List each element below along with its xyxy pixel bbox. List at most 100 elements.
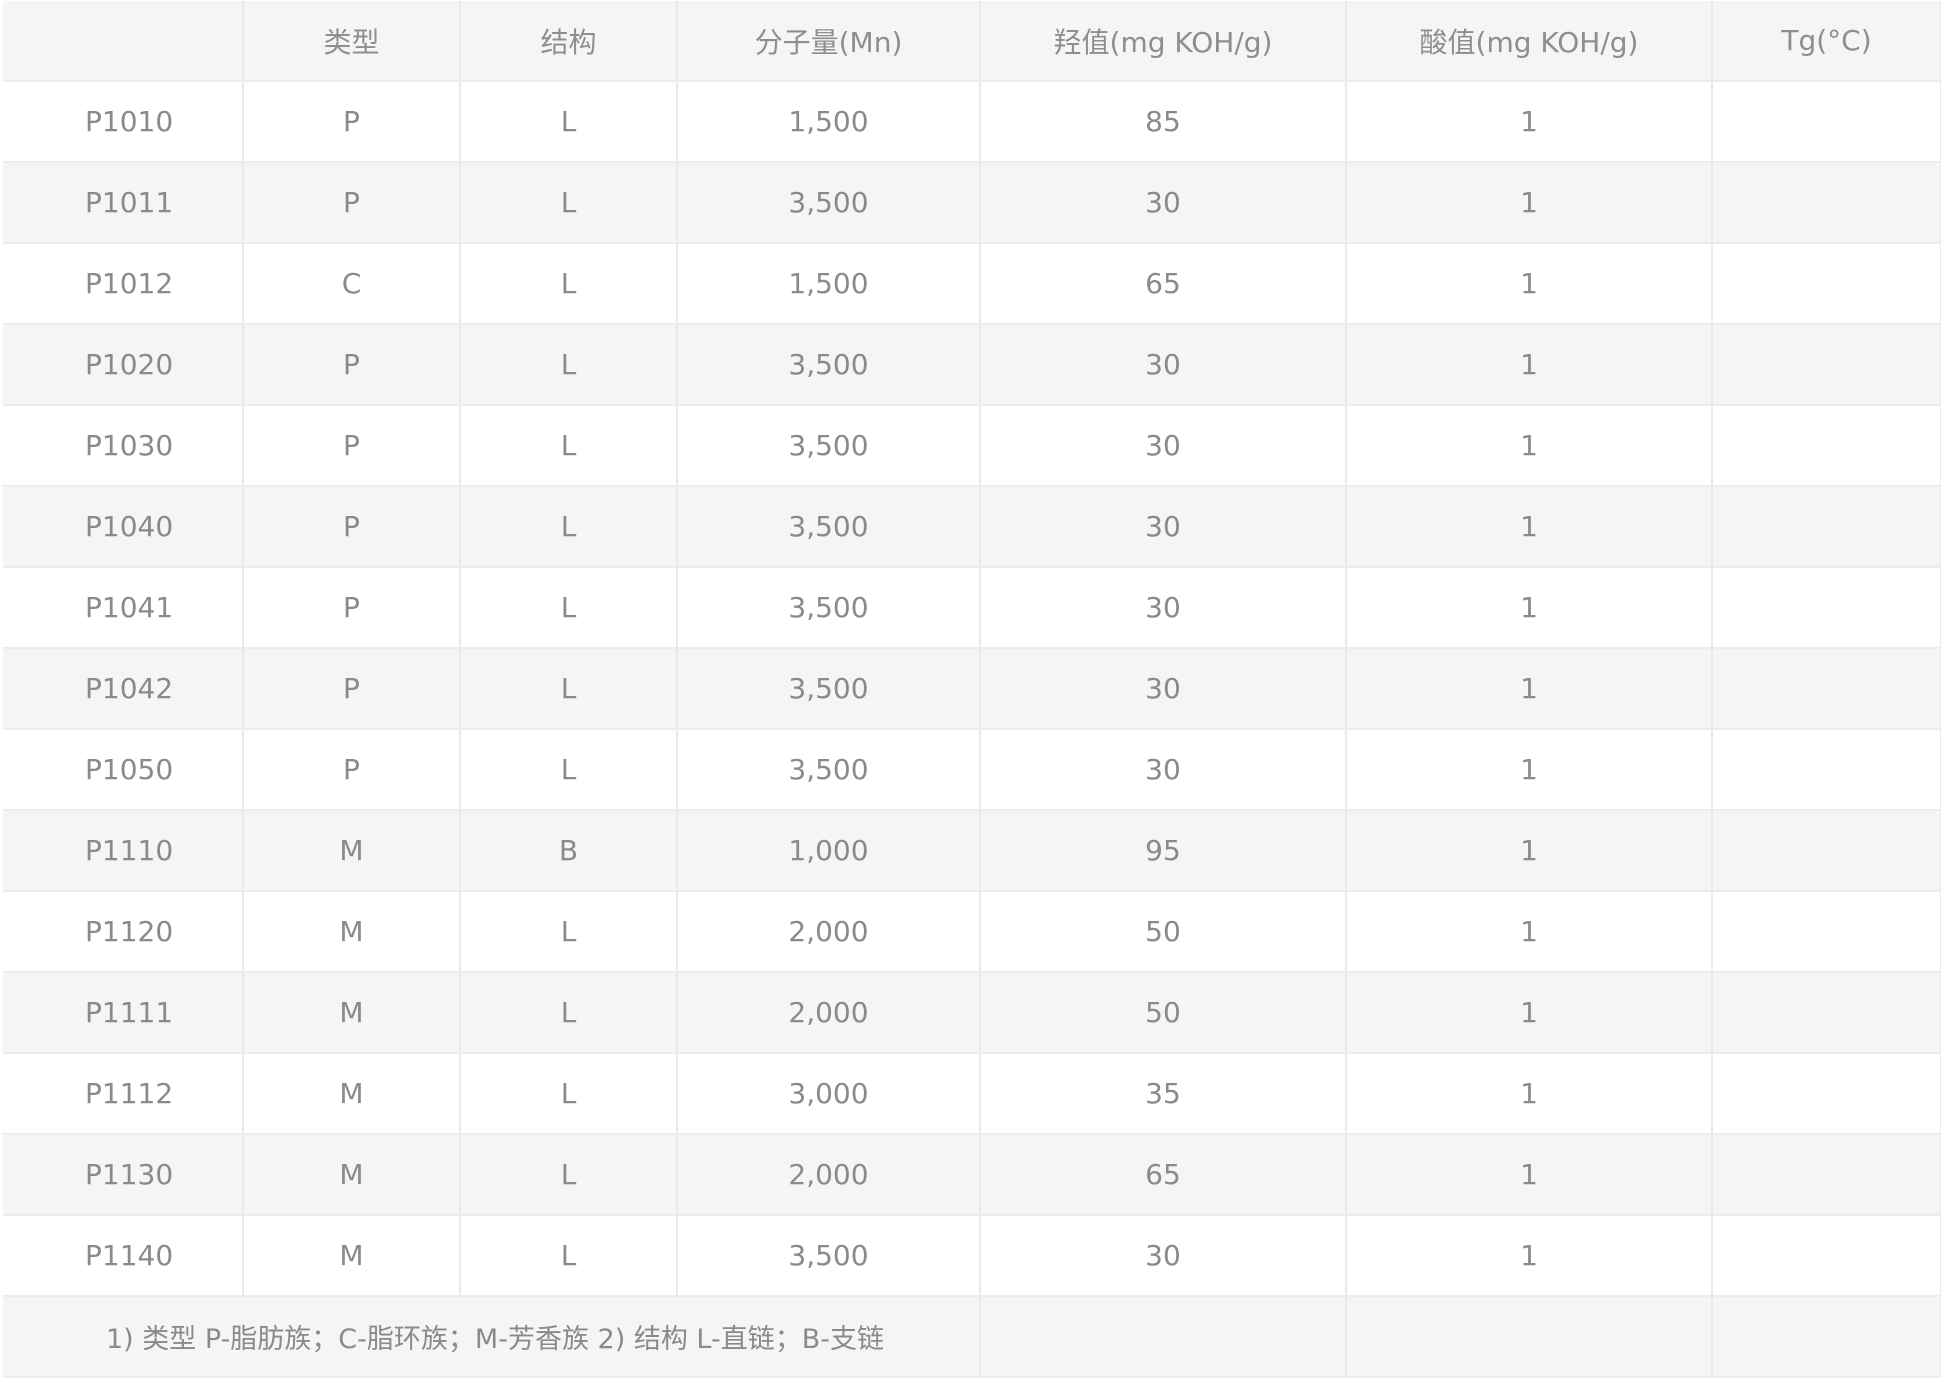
table-row: P1030 P L 3,500 30 1 [3,405,1941,487]
cell-structure: L [460,972,678,1054]
cell-structure: L [460,324,678,406]
cell-molecular-weight: 2,000 [677,972,981,1054]
footnote-row: 1) 类型 P-脂肪族；C-脂环族；M-芳香族 2) 结构 L-直链；B-支链 [3,1296,1941,1378]
cell-grade: P1010 [3,81,244,163]
page: 类型 结构 分子量(Mn) 羟值(mg KOH/g) 酸值(mg KOH/g) … [0,0,1941,1378]
cell-tg [1712,567,1941,649]
cell-structure: L [460,1053,678,1135]
cell-grade: P1120 [3,891,244,973]
cell-molecular-weight: 3,500 [677,729,981,811]
cell-molecular-weight: 3,500 [677,162,981,244]
cell-tg [1712,891,1941,973]
header-cell-hydroxyl-value: 羟值(mg KOH/g) [980,1,1347,82]
cell-structure: L [460,1215,678,1297]
cell-tg [1712,405,1941,487]
cell-grade: P1012 [3,243,244,325]
cell-type: P [243,162,461,244]
cell-structure: L [460,486,678,568]
cell-molecular-weight: 3,500 [677,1215,981,1297]
cell-hydroxyl-value: 50 [980,972,1347,1054]
header-cell-molecular-weight: 分子量(Mn) [677,1,981,82]
cell-grade: P1020 [3,324,244,406]
cell-tg [1712,243,1941,325]
header-cell-structure: 结构 [460,1,678,82]
cell-grade: P1112 [3,1053,244,1135]
cell-hydroxyl-value: 30 [980,486,1347,568]
cell-type: P [243,81,461,163]
cell-structure: L [460,891,678,973]
cell-acid-value: 1 [1346,1053,1713,1135]
cell-acid-value: 1 [1346,1215,1713,1297]
cell-structure: L [460,243,678,325]
cell-acid-value: 1 [1346,162,1713,244]
cell-tg [1712,729,1941,811]
cell-grade: P1050 [3,729,244,811]
product-spec-table: 类型 结构 分子量(Mn) 羟值(mg KOH/g) 酸值(mg KOH/g) … [3,1,1941,1378]
cell-type: P [243,486,461,568]
cell-molecular-weight: 3,500 [677,324,981,406]
table-row: P1140 M L 3,500 30 1 [3,1215,1941,1297]
cell-hydroxyl-value: 95 [980,810,1347,892]
cell-molecular-weight: 1,000 [677,810,981,892]
cell-structure: L [460,1134,678,1216]
cell-grade: P1140 [3,1215,244,1297]
cell-molecular-weight: 3,500 [677,405,981,487]
cell-hydroxyl-value: 85 [980,81,1347,163]
cell-structure: L [460,405,678,487]
cell-molecular-weight: 3,000 [677,1053,981,1135]
table-row: P1110 M B 1,000 95 1 [3,810,1941,892]
cell-hydroxyl-value: 30 [980,648,1347,730]
cell-acid-value: 1 [1346,1134,1713,1216]
table-row: P1040 P L 3,500 30 1 [3,486,1941,568]
cell-hydroxyl-value: 30 [980,405,1347,487]
cell-grade: P1111 [3,972,244,1054]
cell-hydroxyl-value: 30 [980,567,1347,649]
cell-acid-value: 1 [1346,891,1713,973]
footnote-empty-cell [1346,1296,1713,1378]
cell-tg [1712,81,1941,163]
cell-type: P [243,405,461,487]
cell-acid-value: 1 [1346,810,1713,892]
cell-type: M [243,972,461,1054]
cell-acid-value: 1 [1346,486,1713,568]
cell-hydroxyl-value: 30 [980,324,1347,406]
cell-tg [1712,1215,1941,1297]
cell-hydroxyl-value: 65 [980,1134,1347,1216]
cell-acid-value: 1 [1346,324,1713,406]
cell-molecular-weight: 2,000 [677,1134,981,1216]
cell-type: M [243,1215,461,1297]
cell-tg [1712,810,1941,892]
cell-tg [1712,486,1941,568]
table-row: P1010 P L 1,500 85 1 [3,81,1941,163]
header-cell-grade [3,1,244,82]
cell-molecular-weight: 2,000 [677,891,981,973]
cell-hydroxyl-value: 65 [980,243,1347,325]
cell-tg [1712,1134,1941,1216]
cell-hydroxyl-value: 30 [980,1215,1347,1297]
table-row: P1041 P L 3,500 30 1 [3,567,1941,649]
cell-grade: P1011 [3,162,244,244]
footnote-empty-cell [1712,1296,1941,1378]
cell-tg [1712,972,1941,1054]
cell-structure: B [460,810,678,892]
cell-molecular-weight: 1,500 [677,243,981,325]
cell-structure: L [460,81,678,163]
table-row: P1050 P L 3,500 30 1 [3,729,1941,811]
cell-acid-value: 1 [1346,648,1713,730]
table-row: P1011 P L 3,500 30 1 [3,162,1941,244]
table-row: P1120 M L 2,000 50 1 [3,891,1941,973]
cell-molecular-weight: 3,500 [677,648,981,730]
cell-grade: P1040 [3,486,244,568]
cell-tg [1712,1053,1941,1135]
cell-type: P [243,324,461,406]
cell-tg [1712,324,1941,406]
cell-structure: L [460,729,678,811]
cell-tg [1712,648,1941,730]
cell-type: P [243,567,461,649]
cell-type: M [243,891,461,973]
cell-structure: L [460,162,678,244]
cell-acid-value: 1 [1346,729,1713,811]
cell-acid-value: 1 [1346,567,1713,649]
header-cell-acid-value: 酸值(mg KOH/g) [1346,1,1713,82]
cell-tg [1712,162,1941,244]
